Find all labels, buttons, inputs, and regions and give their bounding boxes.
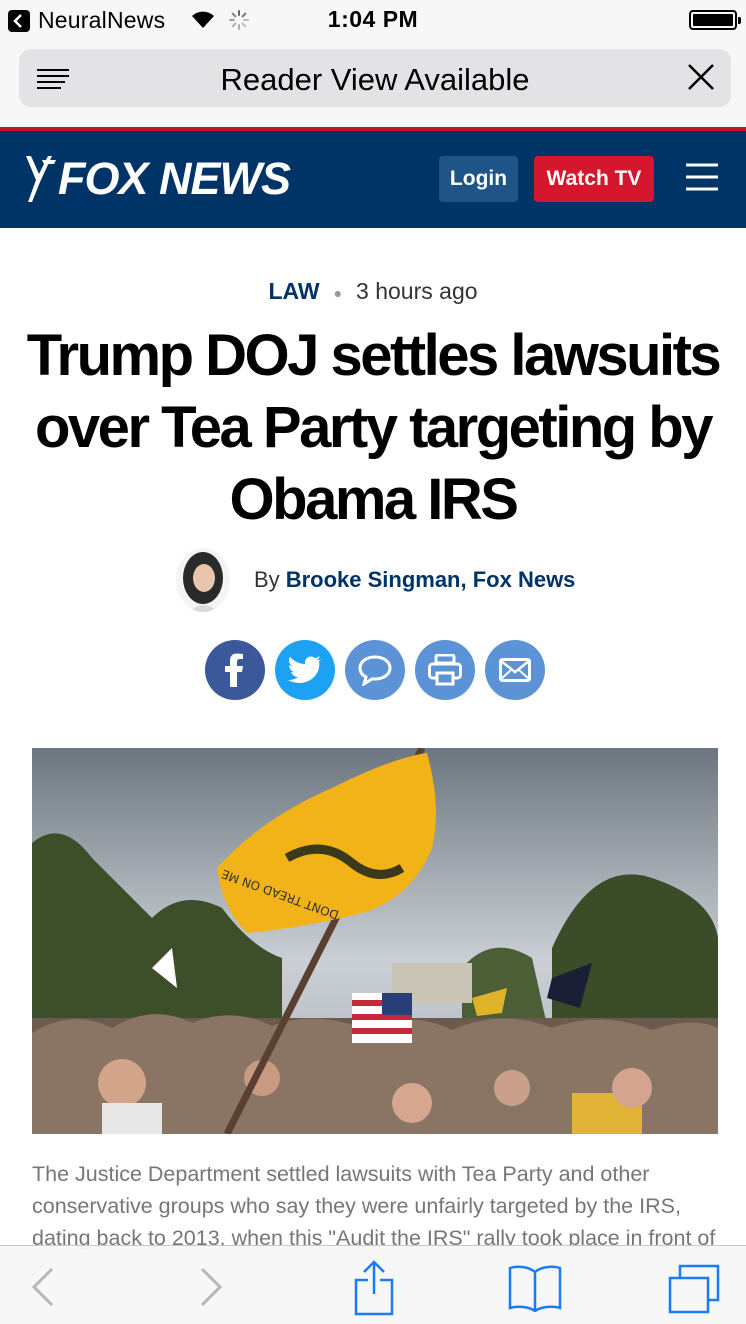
comment-icon (358, 655, 392, 686)
facebook-share-button[interactable] (205, 640, 265, 700)
timestamp: 3 hours ago (356, 278, 478, 304)
comment-button[interactable] (345, 640, 405, 700)
fox-logo-mark-icon (26, 156, 56, 202)
author-link[interactable]: Brooke Singman, Fox News (286, 567, 576, 593)
article-photo[interactable]: DONT TREAD ON ME (32, 748, 718, 1134)
close-icon[interactable] (687, 63, 715, 96)
fox-news-logo[interactable]: FOX NEWS (22, 153, 291, 205)
category-link[interactable]: LAW (268, 278, 319, 304)
forward-icon[interactable] (198, 1266, 224, 1313)
twitter-share-button[interactable] (275, 640, 335, 700)
reader-view-label: Reader View Available (220, 62, 530, 97)
browser-bar: Reader View Available (0, 40, 746, 167)
back-icon[interactable] (30, 1266, 56, 1313)
email-share-button[interactable] (485, 640, 545, 700)
battery-icon (689, 10, 741, 30)
byline-prefix: By (254, 567, 280, 592)
clock: 1:04 PM (327, 6, 419, 32)
login-button[interactable]: Login (439, 156, 518, 202)
share-buttons (205, 640, 545, 700)
facebook-icon (225, 653, 243, 687)
browser-toolbar (0, 1245, 746, 1324)
article-meta: LAW ● 3 hours ago (0, 278, 746, 305)
status-bar: NeuralNews 1:04 PM (0, 0, 746, 40)
article-headline: Trump DOJ settles lawsuits over Tea Part… (26, 323, 722, 532)
author-avatar (176, 548, 230, 612)
page: NeuralNews 1:04 PM Reader View Available… (0, 0, 746, 1324)
print-icon (428, 654, 462, 686)
meta-separator: ● (333, 284, 343, 301)
watch-tv-button[interactable]: Watch TV (534, 156, 654, 202)
reader-view-bar[interactable]: Reader View Available (19, 49, 731, 107)
photo-caption: The Justice Department settled lawsuits … (32, 1162, 716, 1250)
site-header: FOX NEWS Login Watch TV (0, 131, 746, 228)
tabs-icon[interactable] (668, 1264, 720, 1319)
byline: By Brooke Singman, Fox News (176, 548, 575, 612)
email-icon (499, 658, 531, 682)
hamburger-menu-icon[interactable] (686, 161, 718, 198)
share-icon[interactable] (354, 1260, 394, 1321)
print-button[interactable] (415, 640, 475, 700)
brand-wordmark: FOX NEWS (58, 153, 291, 204)
twitter-icon (288, 656, 321, 683)
bookmarks-icon[interactable] (508, 1264, 562, 1317)
